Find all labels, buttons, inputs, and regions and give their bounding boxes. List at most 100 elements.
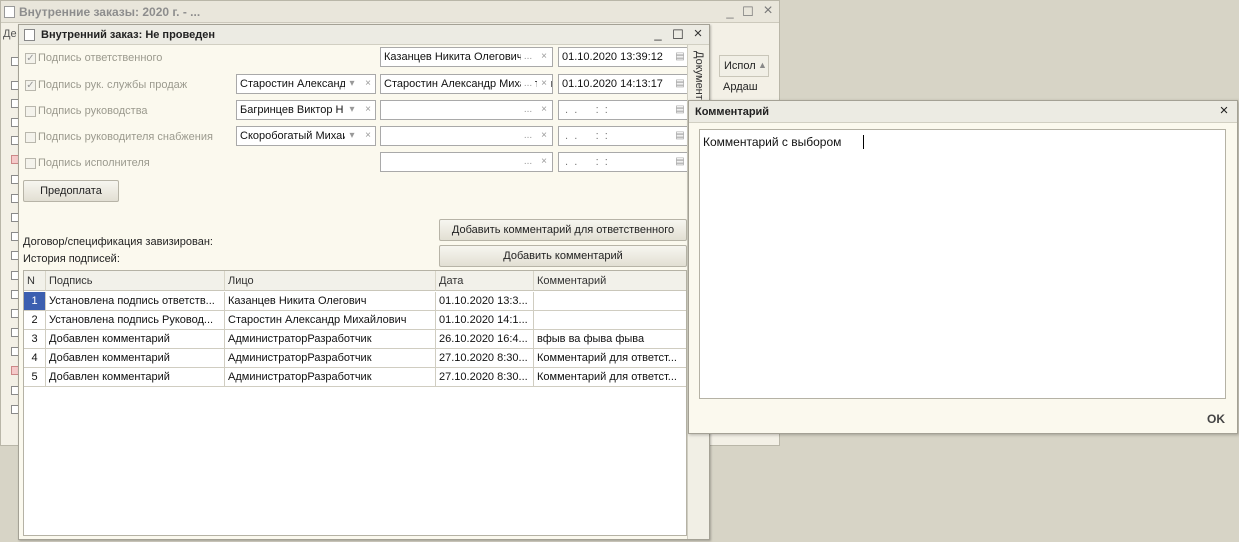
signature-supply-head-person-field[interactable]: Скоробогатый Михаил ▾ ×	[236, 126, 376, 146]
column-header-person[interactable]: Лицо	[225, 271, 436, 291]
row-number: 3	[24, 330, 46, 349]
close-icon[interactable]: ×	[1217, 103, 1231, 118]
ellipsis-icon[interactable]: ...	[521, 155, 535, 169]
signature-executor-checkbox[interactable]	[25, 158, 36, 169]
minimize-icon[interactable]: _	[723, 5, 737, 19]
background-menu-fragment[interactable]: Де	[3, 28, 17, 40]
row-signature: Установлена подпись ответств...	[46, 292, 225, 311]
calendar-icon[interactable]: ▤	[673, 50, 687, 64]
row-comment: Комментарий для ответст...	[534, 349, 686, 368]
table-row[interactable]: 4 Добавлен комментарий АдминистраторРазр…	[24, 349, 686, 368]
row-signature: Добавлен комментарий	[46, 330, 225, 349]
row-date: 27.10.2020 8:30...	[436, 368, 534, 387]
row-person: АдминистраторРазработчик	[225, 368, 436, 387]
row-date: 27.10.2020 8:30...	[436, 349, 534, 368]
ellipsis-icon[interactable]: ...	[521, 50, 535, 64]
clear-icon[interactable]: ×	[361, 129, 375, 143]
clear-icon[interactable]: ×	[537, 77, 551, 91]
signature-history-table[interactable]: N Подпись Лицо Дата Комментарий 1 Устано…	[23, 270, 687, 536]
signature-responsible-checkbox[interactable]: ✓	[25, 53, 36, 64]
row-date: 01.10.2020 13:3...	[436, 292, 534, 311]
close-icon[interactable]: ×	[691, 26, 705, 41]
column-header-signature[interactable]: Подпись	[46, 271, 225, 291]
field-value: . . : :	[562, 104, 608, 116]
row-person: АдминистраторРазработчик	[225, 330, 436, 349]
row-comment	[534, 311, 686, 330]
signature-sales-head-checkbox[interactable]: ✓	[25, 80, 36, 91]
add-comment-responsible-button[interactable]: Добавить комментарий для ответственного	[439, 219, 687, 241]
clear-icon[interactable]: ×	[537, 155, 551, 169]
background-column-header[interactable]: Испол ▲	[719, 55, 769, 77]
dialog-title: Внутренний заказ: Не проведен	[41, 29, 215, 41]
signature-management-person-field[interactable]: Багринцев Виктор Н ▾ ×	[236, 100, 376, 120]
clear-icon[interactable]: ×	[361, 103, 375, 117]
ellipsis-icon[interactable]: ...	[521, 129, 535, 143]
signature-sales-head-datetime-field[interactable]: 01.10.2020 14:13:17 ▤	[558, 74, 688, 94]
row-signature: Добавлен комментарий	[46, 368, 225, 387]
field-value: Казанцев Никита Олегович	[384, 51, 523, 63]
signature-supply-head-checkbox[interactable]	[25, 132, 36, 143]
row-number: 5	[24, 368, 46, 387]
signature-management-datetime-field[interactable]: . . : : ▤	[558, 100, 688, 120]
comment-dialog-title: Комментарий	[695, 106, 770, 118]
comment-textarea[interactable]: Комментарий с выбором	[699, 129, 1226, 399]
column-header-comment[interactable]: Комментарий	[534, 271, 686, 291]
signature-sales-head-person-field[interactable]: Старостин Александр ▾ ×	[236, 74, 376, 94]
table-row[interactable]: 2 Установлена подпись Руковод... Старост…	[24, 311, 686, 330]
row-person: Казанцев Никита Олегович	[225, 292, 436, 311]
signature-management-signer-field[interactable]: ... ×	[380, 100, 553, 120]
row-date: 01.10.2020 14:1...	[436, 311, 534, 330]
signature-executor-label: Подпись исполнителя	[38, 157, 150, 169]
clear-icon[interactable]: ×	[361, 77, 375, 91]
signature-responsible-datetime-field[interactable]: 01.10.2020 13:39:12 ▤	[558, 47, 688, 67]
document-icon	[24, 29, 35, 41]
signature-executor-signer-field[interactable]: ... ×	[380, 152, 553, 172]
signature-management-checkbox[interactable]	[25, 106, 36, 117]
ok-button[interactable]: OK	[1207, 412, 1225, 426]
prepay-button[interactable]: Предоплата	[23, 180, 119, 202]
document-side-tab-label: Документ	[693, 51, 705, 100]
comment-dialog: Комментарий × Комментарий с выбором OK	[688, 100, 1238, 434]
signature-responsible-signer-field[interactable]: Казанцев Никита Олегович ... ×	[380, 47, 553, 67]
signature-sales-head-label: Подпись рук. службы продаж	[38, 79, 188, 91]
sort-up-icon: ▲	[758, 60, 767, 70]
field-value: . . : :	[562, 130, 608, 142]
chevron-down-icon[interactable]: ▾	[345, 129, 359, 143]
clear-icon[interactable]: ×	[537, 103, 551, 117]
maximize-icon[interactable]: ☐	[741, 5, 755, 19]
calendar-icon[interactable]: ▤	[673, 155, 687, 169]
table-row[interactable]: 5 Добавлен комментарий АдминистраторРазр…	[24, 368, 686, 387]
signature-supply-head-label: Подпись руководителя снабжения	[38, 131, 213, 143]
chevron-down-icon[interactable]: ▾	[345, 77, 359, 91]
signature-sales-head-signer-field[interactable]: Старостин Александр Михайлович ... ×	[380, 74, 553, 94]
close-icon[interactable]: ×	[761, 3, 775, 19]
background-window-title: Внутренние заказы: 2020 г. - ...	[19, 5, 201, 19]
ellipsis-icon[interactable]: ...	[521, 103, 535, 117]
background-cell-fragment: Ардаш	[723, 81, 758, 93]
calendar-icon[interactable]: ▤	[673, 77, 687, 91]
clear-icon[interactable]: ×	[537, 129, 551, 143]
row-date: 26.10.2020 16:4...	[436, 330, 534, 349]
field-value: 01.10.2020 13:39:12	[562, 51, 663, 63]
column-header-n[interactable]: N	[24, 271, 46, 291]
add-comment-button[interactable]: Добавить комментарий	[439, 245, 687, 267]
chevron-down-icon[interactable]: ▾	[345, 103, 359, 117]
calendar-icon[interactable]: ▤	[673, 103, 687, 117]
signature-executor-datetime-field[interactable]: . . : : ▤	[558, 152, 688, 172]
text-cursor	[863, 135, 864, 149]
row-person: АдминистраторРазработчик	[225, 349, 436, 368]
dialog-titlebar: Внутренний заказ: Не проведен _ ☐ ×	[19, 25, 709, 45]
signature-supply-head-signer-field[interactable]: ... ×	[380, 126, 553, 146]
calendar-icon[interactable]: ▤	[673, 129, 687, 143]
row-comment	[534, 292, 686, 311]
table-row[interactable]: 3 Добавлен комментарий АдминистраторРазр…	[24, 330, 686, 349]
background-window-titlebar: Внутренние заказы: 2020 г. - ... _ ☐ ×	[1, 1, 779, 23]
ellipsis-icon[interactable]: ...	[521, 77, 535, 91]
minimize-icon[interactable]: _	[651, 27, 665, 41]
table-row[interactable]: 1 Установлена подпись ответств... Казанц…	[24, 292, 686, 311]
signature-supply-head-datetime-field[interactable]: . . : : ▤	[558, 126, 688, 146]
clear-icon[interactable]: ×	[537, 50, 551, 64]
column-header-date[interactable]: Дата	[436, 271, 534, 291]
maximize-icon[interactable]: ☐	[671, 28, 685, 42]
row-comment: Комментарий для ответст...	[534, 368, 686, 387]
